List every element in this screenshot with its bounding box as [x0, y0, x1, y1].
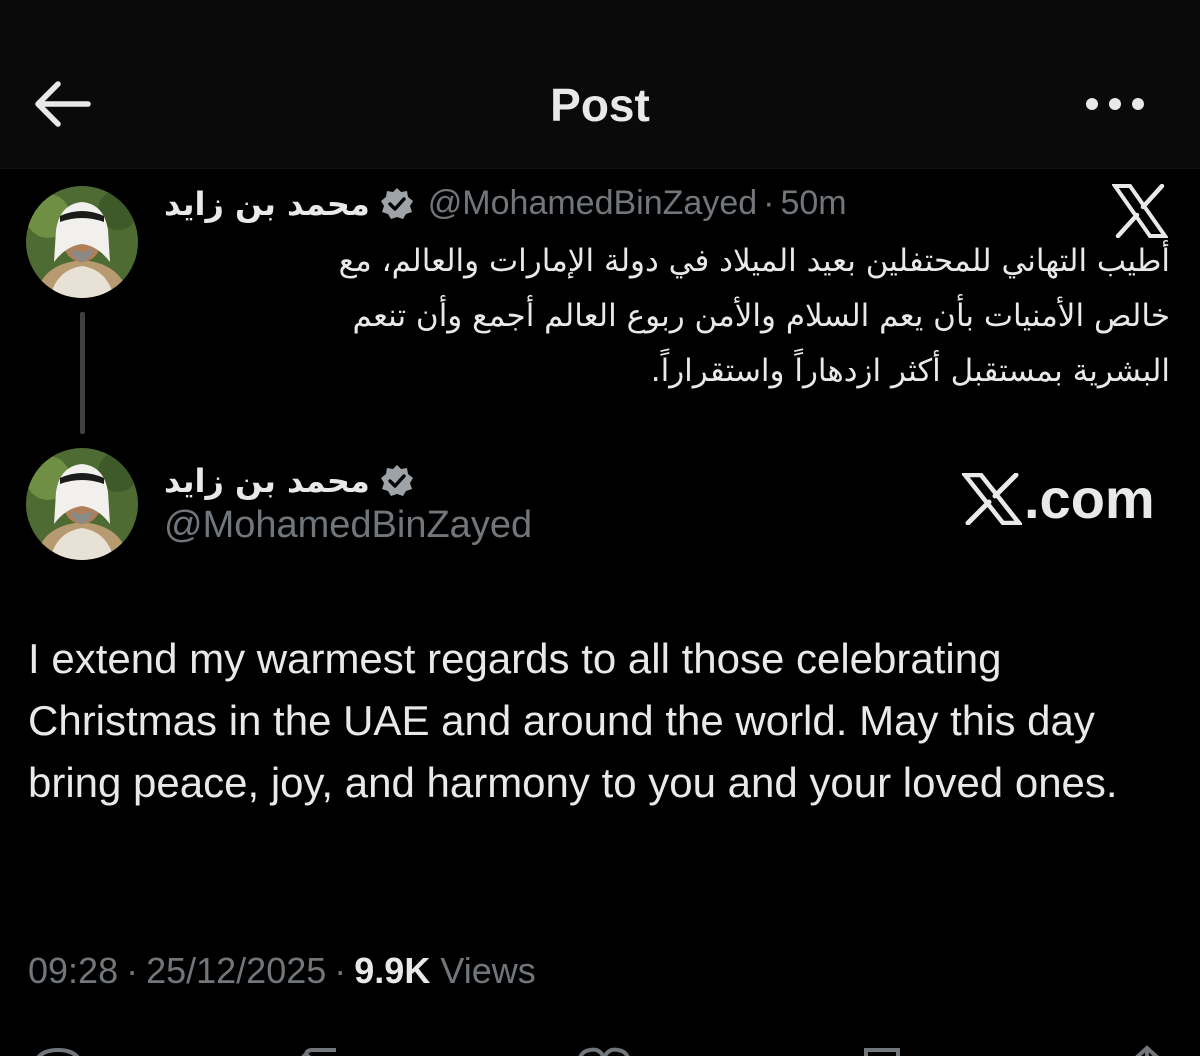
reply-icon[interactable] — [30, 1044, 86, 1056]
post-time-ago[interactable]: 50m — [780, 184, 846, 223]
header-divider — [0, 168, 1200, 169]
post-meta: 09:28 · 25/12/2025 · 9.9K Views — [28, 950, 536, 992]
page-title: Post — [550, 79, 650, 131]
x-logo-icon — [962, 472, 1022, 525]
watermark-text: .com — [1024, 467, 1155, 530]
thread-connector-line — [80, 312, 85, 434]
views-count[interactable]: 9.9K — [354, 950, 430, 992]
repost-icon[interactable] — [296, 1044, 366, 1056]
avatar-image — [26, 186, 138, 298]
x-logo-icon — [1112, 184, 1168, 238]
verified-badge-icon — [380, 465, 413, 496]
display-name[interactable]: محمد بن زايد — [164, 462, 370, 500]
avatar[interactable] — [26, 186, 138, 298]
post-date[interactable]: 25/12/2025 — [146, 950, 326, 992]
quoted-post-header: محمد بن زايد @MohamedBinZayed · 50m — [164, 184, 847, 223]
share-icon[interactable] — [1122, 1044, 1172, 1056]
verified-badge-icon — [380, 187, 413, 219]
separator-dot: · — [126, 950, 139, 991]
user-handle[interactable]: @MohamedBinZayed — [428, 184, 757, 223]
main-post-header: محمد بن زايد — [164, 462, 414, 500]
x-com-watermark: .com — [962, 466, 1155, 531]
like-icon[interactable] — [574, 1044, 634, 1056]
bookmark-icon[interactable] — [862, 1044, 902, 1056]
top-app-bar: Post — [0, 0, 1200, 168]
avatar-image — [26, 448, 138, 560]
quoted-post-text: أطيب التهاني للمحتفلين بعيد الميلاد في د… — [338, 243, 1170, 389]
separator-dot: · — [763, 184, 775, 222]
action-bar — [0, 1034, 1200, 1056]
user-handle[interactable]: @MohamedBinZayed — [164, 504, 532, 547]
separator-dot: · — [334, 950, 347, 991]
post-text: I extend my warmest regards to all those… — [28, 635, 1118, 806]
avatar[interactable] — [26, 448, 138, 560]
more-horizontal-icon[interactable] — [1084, 92, 1146, 116]
views-label: Views — [440, 950, 536, 991]
display-name[interactable]: محمد بن زايد — [164, 185, 370, 223]
post-time[interactable]: 09:28 — [28, 950, 118, 992]
